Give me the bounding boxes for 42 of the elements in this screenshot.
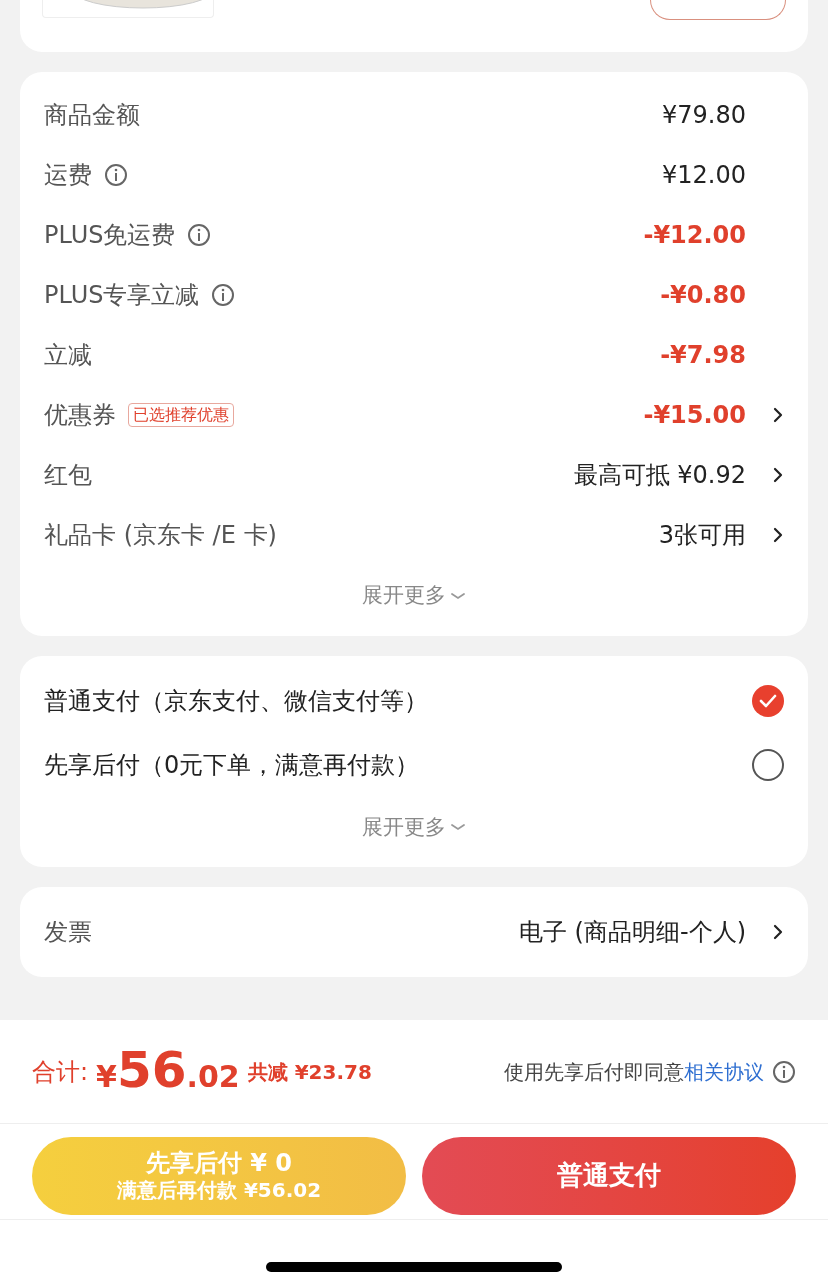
row-label: 发票 bbox=[44, 917, 92, 948]
radio-button[interactable] bbox=[752, 748, 784, 781]
expand-more-button[interactable]: 展开更多 bbox=[362, 580, 466, 612]
row-label: PLUS免运费 bbox=[44, 220, 176, 251]
chevron-right-icon[interactable] bbox=[772, 406, 784, 424]
info-icon[interactable] bbox=[104, 163, 128, 187]
row-value: 3张可用 bbox=[658, 520, 746, 551]
chevron-down-icon bbox=[450, 822, 466, 833]
row-label: 立减 bbox=[44, 340, 92, 371]
info-icon[interactable] bbox=[772, 1059, 796, 1084]
row-value: ¥79.80 bbox=[662, 100, 746, 131]
row-label: 运费 bbox=[44, 160, 92, 191]
info-icon[interactable] bbox=[187, 223, 212, 247]
row-label: 红包 bbox=[44, 460, 92, 491]
row-label: 商品金额 bbox=[44, 100, 140, 131]
row-label: PLUS专享立减 bbox=[44, 280, 200, 311]
row-value: -¥12.00 bbox=[643, 220, 746, 251]
payment-option[interactable]: 先享后付（0元下单，满意再付款） bbox=[44, 746, 420, 783]
row-label: 礼品卡 (京东卡 /E 卡) bbox=[44, 520, 277, 551]
agreement-link[interactable]: 相关协议 bbox=[684, 1056, 764, 1087]
savings-text: 共减 ¥23.78 bbox=[247, 1058, 372, 1086]
expand-more-button[interactable]: 展开更多 bbox=[362, 811, 466, 843]
total-label: 合计: bbox=[32, 1056, 89, 1088]
row-label: 优惠券 bbox=[44, 400, 116, 431]
radio-button[interactable] bbox=[752, 684, 784, 717]
chevron-right-icon[interactable] bbox=[772, 923, 784, 941]
row-value: 最高可抵 ¥0.92 bbox=[573, 460, 746, 491]
tag: 已选推荐优惠 bbox=[128, 403, 234, 427]
chevron-right-icon[interactable] bbox=[772, 526, 784, 544]
payment-option[interactable]: 普通支付（京东支付、微信支付等） bbox=[44, 682, 428, 719]
pay-button[interactable]: 普通支付 bbox=[422, 1136, 796, 1215]
chevron-right-icon[interactable] bbox=[772, 466, 784, 484]
row-value: ¥12.00 bbox=[662, 160, 746, 191]
row-value: -¥0.80 bbox=[660, 280, 746, 311]
chevron-down-icon bbox=[450, 590, 466, 601]
info-icon[interactable] bbox=[211, 283, 236, 307]
row-value: 电子 (商品明细-个人) bbox=[519, 917, 746, 948]
agreement-text: 使用先享后付即同意 bbox=[504, 1058, 684, 1086]
row-value: -¥15.00 bbox=[643, 400, 746, 431]
row-value: -¥7.98 bbox=[660, 340, 746, 371]
checkmark-icon bbox=[759, 693, 777, 708]
total-amount: ¥56.02 bbox=[96, 1044, 240, 1099]
